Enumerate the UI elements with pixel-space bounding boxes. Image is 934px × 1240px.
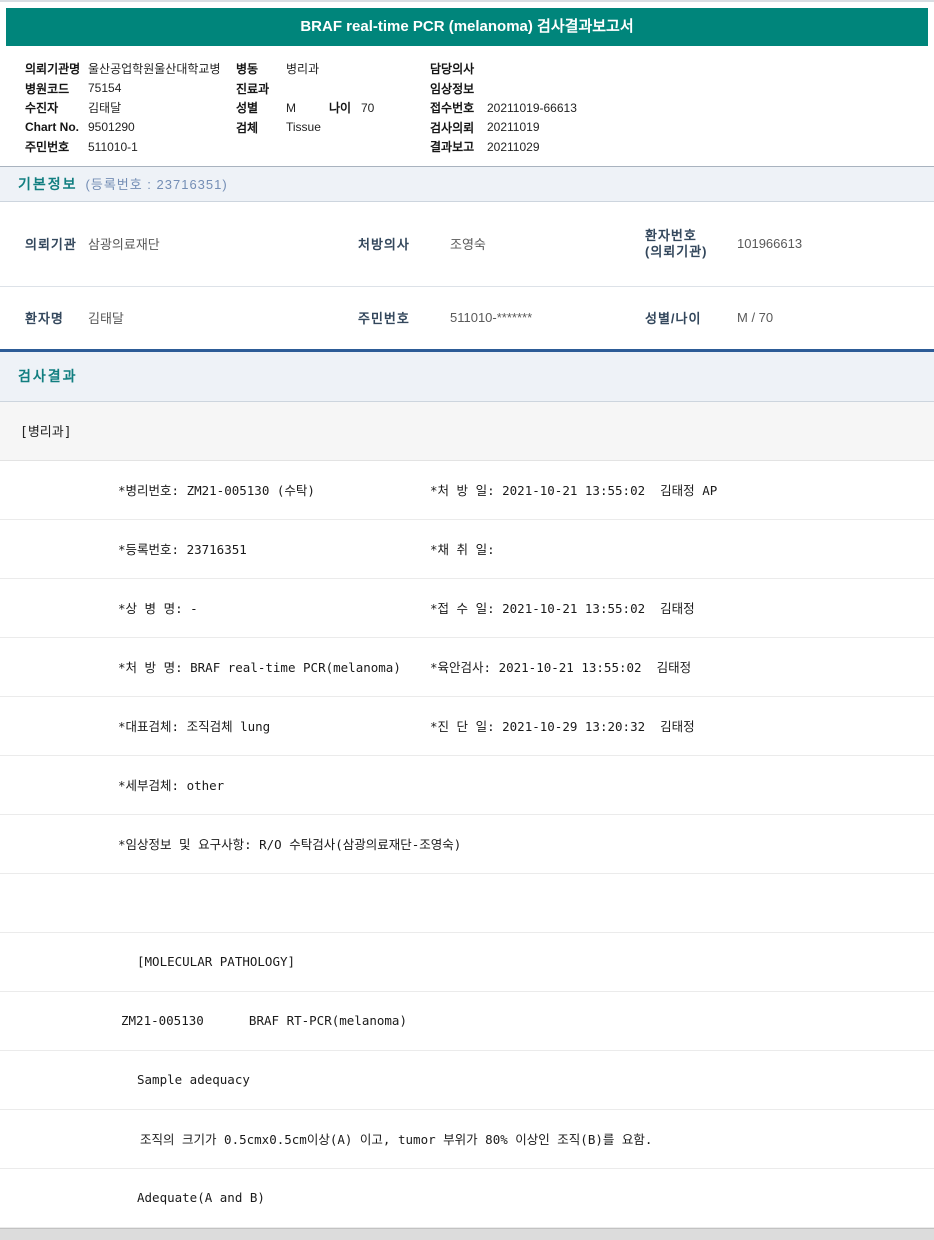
field-value: 101966613 xyxy=(737,236,803,251)
report-page: BRAF real-time PCR (melanoma) 검사결과보고서 의뢰… xyxy=(0,0,934,1240)
result-row: *임상정보 및 요구사항: R/O 수탁검사(삼광의료재단-조영숙) xyxy=(0,815,934,874)
result-text-left: *임상정보 및 요구사항: R/O 수탁검사(삼광의료재단-조영숙) xyxy=(118,837,462,852)
result-text-left: Adequate(A and B) xyxy=(137,1190,265,1205)
field-label: 의뢰기관 xyxy=(25,237,77,252)
result-row: *병리번호: ZM21-005130 (수탁) *처 방 일: 2021-10-… xyxy=(0,461,934,520)
result-text-left: *상 병 명: - xyxy=(118,601,198,616)
field-label: 처방의사 xyxy=(358,237,410,252)
basic-info-table: 의뢰기관 삼광의료재단 처방의사 조영숙 환자번호 (의뢰기관) 1019666… xyxy=(0,202,934,352)
field-label: 담당의사 xyxy=(430,62,475,77)
field-label: 성별 xyxy=(236,101,259,116)
section-title: 검사결과 xyxy=(18,368,78,384)
result-row: *처 방 명: BRAF real-time PCR(melanoma) *육안… xyxy=(0,638,934,697)
result-row-adequacy-result: Adequate(A and B) xyxy=(0,1169,934,1228)
result-text-left: *대표검체: 조직검체 lung xyxy=(118,719,271,734)
field-value: 70 xyxy=(361,100,375,115)
field-value: 20211019 xyxy=(487,120,540,135)
section-header-results: 검사결과 xyxy=(0,351,934,402)
field-label: 접수번호 xyxy=(430,101,475,116)
field-value: 20211019-66613 xyxy=(487,100,577,115)
field-label: 나이 xyxy=(329,101,352,116)
info-row-hospital-code: 병원코드 75154 진료과 임상정보 xyxy=(0,79,934,99)
field-value: 울산공업학원울산대학교병 xyxy=(88,62,221,77)
result-text-left: *세부검체: other xyxy=(118,778,225,793)
result-row-test-name: ZM21-005130 BRAF RT-PCR(melanoma) xyxy=(0,992,934,1051)
field-value: 조영숙 xyxy=(450,237,486,252)
field-label: 의뢰기관명 xyxy=(25,62,81,77)
field-label: 주민번호 xyxy=(358,311,410,326)
result-text-right: *진 단 일: 2021-10-29 13:20:32 김태정 xyxy=(430,719,695,734)
result-text-left: *병리번호: ZM21-005130 (수탁) xyxy=(118,483,315,498)
field-value: 511010-******* xyxy=(450,310,533,325)
field-value: 75154 xyxy=(88,81,122,96)
info-row-resident-no: 주민번호 511010-1 결과보고 20211029 xyxy=(0,137,934,157)
section-title: 기본정보 xyxy=(18,175,78,192)
table-row: 의뢰기관 삼광의료재단 처방의사 조영숙 환자번호 (의뢰기관) 1019666… xyxy=(0,202,934,287)
result-row: *대표검체: 조직검체 lung *진 단 일: 2021-10-29 13:2… xyxy=(0,697,934,756)
result-text-left: Sample adequacy xyxy=(137,1072,250,1087)
result-text-right: *접 수 일: 2021-10-21 13:55:02 김태정 xyxy=(430,601,695,616)
result-row-blank xyxy=(0,874,934,933)
table-row: 환자명 김태달 주민번호 511010-******* 성별/나이 M / 70 xyxy=(0,287,934,349)
info-row-patient: 수진자 김태달 성별 M 나이 70 접수번호 20211019-66613 xyxy=(0,98,934,118)
field-value: 김태달 xyxy=(88,311,124,326)
field-label: Chart No. xyxy=(25,120,79,135)
field-label: 환자명 xyxy=(25,311,64,326)
field-value: M xyxy=(286,100,296,115)
info-row-referrer: 의뢰기관명 울산공업학원울산대학교병 병동 병리과 담당의사 xyxy=(0,59,934,79)
field-label: 진료과 xyxy=(236,81,270,96)
field-value: M / 70 xyxy=(737,310,774,325)
result-text-right: *처 방 일: 2021-10-21 13:55:02 김태정 AP xyxy=(430,483,718,498)
result-text-right: *육안검사: 2021-10-21 13:55:02 김태정 xyxy=(430,660,692,675)
department-row: [병리과] xyxy=(0,401,934,461)
result-text-left: [MOLECULAR PATHOLOGY] xyxy=(137,954,296,969)
patient-header-info: 의뢰기관명 울산공업학원울산대학교병 병동 병리과 담당의사 병원코드 7515… xyxy=(0,46,934,166)
result-row-sample-adequacy: Sample adequacy xyxy=(0,1051,934,1110)
result-row: *세부검체: other xyxy=(0,756,934,815)
field-label: 검체 xyxy=(236,120,259,135)
field-value: 20211029 xyxy=(487,139,540,154)
field-value: 9501290 xyxy=(88,120,135,135)
result-rows: *병리번호: ZM21-005130 (수탁) *처 방 일: 2021-10-… xyxy=(0,461,934,1228)
result-text-left: *등록번호: 23716351 xyxy=(118,542,247,557)
result-row: *등록번호: 23716351 *채 취 일: xyxy=(0,520,934,579)
field-label: 주민번호 xyxy=(25,140,70,155)
result-row: *상 병 명: - *접 수 일: 2021-10-21 13:55:02 김태… xyxy=(0,579,934,638)
result-text-left: 조직의 크기가 0.5cmx0.5cm이상(A) 이고, tumor 부위가 8… xyxy=(140,1132,653,1147)
field-label: 수진자 xyxy=(25,101,59,116)
result-row-molecular-pathology: [MOLECULAR PATHOLOGY] xyxy=(0,933,934,992)
field-label: 임상정보 xyxy=(430,81,475,96)
section-subtitle: (등록번호 : 23716351) xyxy=(85,177,228,192)
report-title-bar: BRAF real-time PCR (melanoma) 검사결과보고서 xyxy=(6,8,928,46)
field-label-patient-no: 환자번호 (의뢰기관) xyxy=(645,227,708,259)
field-label: 결과보고 xyxy=(430,140,475,155)
result-text-left: *처 방 명: BRAF real-time PCR(melanoma) xyxy=(118,660,401,675)
field-value: 삼광의료재단 xyxy=(88,237,160,252)
field-value: Tissue xyxy=(286,120,321,135)
field-label: 병원코드 xyxy=(25,81,70,96)
report-title: BRAF real-time PCR (melanoma) 검사결과보고서 xyxy=(300,18,634,35)
field-value: 511010-1 xyxy=(88,139,138,154)
section-header-basic-info: 기본정보 (등록번호 : 23716351) xyxy=(0,165,934,202)
info-row-chart-no: Chart No. 9501290 검체 Tissue 검사의뢰 2021101… xyxy=(0,118,934,138)
field-value: 병리과 xyxy=(286,62,320,77)
department-label: [병리과] xyxy=(20,425,72,440)
field-label: 검사의뢰 xyxy=(430,120,475,135)
field-value: 김태달 xyxy=(88,101,122,116)
result-row-adequacy-criteria: 조직의 크기가 0.5cmx0.5cm이상(A) 이고, tumor 부위가 8… xyxy=(0,1110,934,1169)
field-label: 병동 xyxy=(236,62,259,77)
result-text-left: ZM21-005130 BRAF RT-PCR(melanoma) xyxy=(121,1013,407,1028)
field-label: 성별/나이 xyxy=(645,311,702,326)
page-bottom-edge xyxy=(0,1227,934,1240)
result-text-right: *채 취 일: xyxy=(430,542,495,557)
